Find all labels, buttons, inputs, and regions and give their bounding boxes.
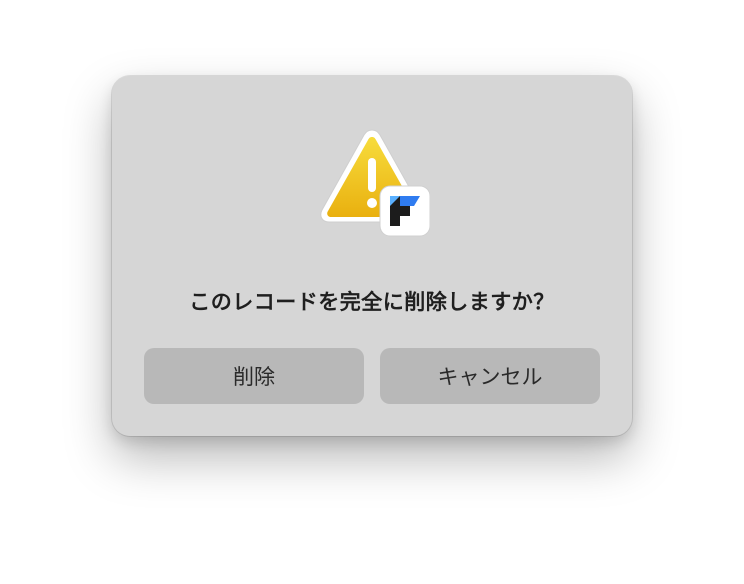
dialog-message: このレコードを完全に削除しますか？ [189, 290, 555, 314]
cancel-button[interactable]: キャンセル [380, 348, 600, 404]
delete-button[interactable]: 削除 [144, 348, 364, 404]
warning-icon [314, 126, 430, 238]
app-badge-icon [379, 185, 430, 237]
alert-dialog: このレコードを完全に削除しますか？ 削除 キャンセル [112, 76, 632, 436]
screen: このレコードを完全に削除しますか？ 削除 キャンセル [0, 0, 744, 584]
